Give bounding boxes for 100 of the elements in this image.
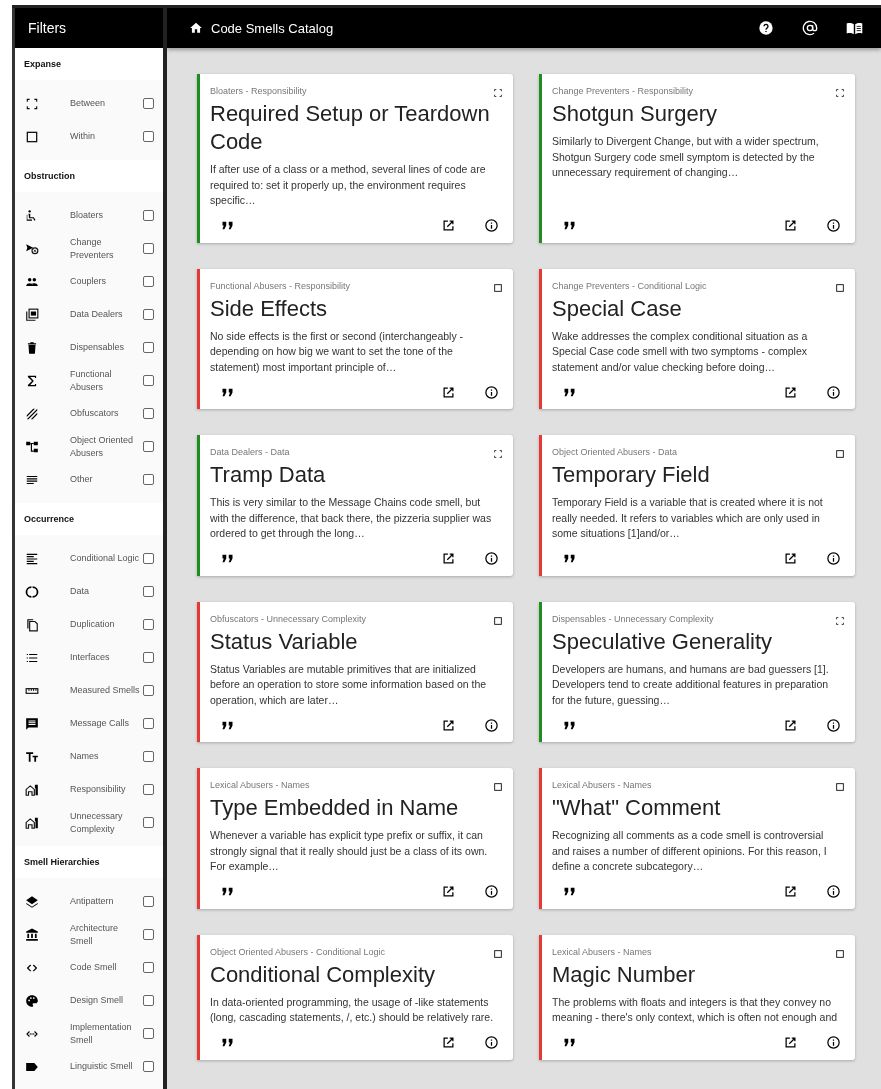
checkbox[interactable] <box>143 474 154 485</box>
info-icon[interactable] <box>484 884 499 899</box>
checkbox[interactable] <box>143 896 154 907</box>
filter-label: Functional Abusers <box>70 367 113 394</box>
filter-label: Data <box>70 585 90 598</box>
filter-label: Interfaces <box>70 651 111 664</box>
checkbox[interactable] <box>143 685 154 696</box>
corners-icon <box>493 88 503 98</box>
app-title: Code Smells Catalog <box>211 20 334 36</box>
open-in-new-icon[interactable] <box>783 551 798 566</box>
smell-card[interactable]: Obfuscators - Unnecessary Complexity Status Variable Status Variables are mutable primitives that are initialized before an operation to store some information based on the operation, which are later… <box>197 601 513 742</box>
filter-label: Within <box>70 130 96 143</box>
help-icon[interactable] <box>758 20 774 36</box>
checkbox[interactable] <box>143 817 154 828</box>
info-icon[interactable] <box>484 1035 499 1050</box>
open-in-new-icon[interactable] <box>783 218 798 233</box>
square-icon <box>493 282 503 293</box>
filter-label: Code Smell <box>70 961 118 974</box>
section-heading: Smell Hierarchies <box>15 846 163 878</box>
card-category: Lexical Abusers - Names <box>552 945 653 959</box>
text-align-icon <box>25 551 39 566</box>
open-in-new-icon[interactable] <box>441 551 456 566</box>
open-in-new-icon[interactable] <box>441 218 456 233</box>
card-description: If after use of a class or a method, several lines of code are required to: set it properly up, the environment requires specific… <box>210 162 487 208</box>
checkbox[interactable] <box>143 98 154 109</box>
filter-label: Dispensables <box>70 341 126 354</box>
at-sign-icon[interactable] <box>802 20 818 36</box>
chat-icon <box>25 716 39 731</box>
trash-icon <box>25 340 39 355</box>
card-description: No side effects is the first or second (interchangeably - depending on how big we want to set the tone of the statement) most important principle of… <box>210 328 465 375</box>
smell-card[interactable] <box>539 601 855 742</box>
checkbox[interactable] <box>143 553 154 564</box>
checkbox[interactable] <box>143 375 154 386</box>
filter-label: Linguistic Smell <box>70 1060 134 1073</box>
info-icon[interactable] <box>826 1035 841 1050</box>
checkbox[interactable] <box>143 619 154 630</box>
checkbox[interactable] <box>143 751 154 762</box>
info-icon[interactable] <box>826 884 841 899</box>
filter-label: Architecture Smell <box>70 921 120 948</box>
square-icon <box>493 948 503 959</box>
smell-card[interactable]: Data Dealers - Data Tramp Data This is very similar to the Message Chains code smell, but with the difference, that back there, the pizzeria supplier was ordered to get through the long… <box>197 435 513 576</box>
open-in-new-icon[interactable] <box>441 884 456 899</box>
checkbox[interactable] <box>143 1028 154 1039</box>
checkbox[interactable] <box>143 309 154 320</box>
filter-label: Obfuscators <box>70 407 120 420</box>
card-title: Temporary Field <box>552 461 711 489</box>
checkbox[interactable] <box>143 243 154 254</box>
filter-label: Implementation Smell <box>70 1020 133 1047</box>
checkbox[interactable] <box>143 586 154 597</box>
square-icon <box>835 282 845 293</box>
card-title: "What" Comment <box>552 794 722 822</box>
card-title: Shotgun Surgery <box>552 100 719 128</box>
open-in-new-icon[interactable] <box>783 1035 798 1050</box>
card-category: Functional Abusers - Responsibility <box>210 279 352 293</box>
smell-card[interactable]: Bloaters - Responsibility Required Setup or Teardown Code If after use of a class or a method, several lines of code are required to: set it properly up, the environment requires specific… <box>197 74 513 243</box>
smell-card[interactable] <box>539 268 855 409</box>
filter-label: Couplers <box>70 275 108 288</box>
checkbox[interactable] <box>143 342 154 353</box>
smell-card[interactable]: Object Oriented Abusers - Data Temporary Field Temporary Field is a variable that is created where it is not really needed. It refers to variables which are only used in some situations [1]and/or… <box>539 435 855 576</box>
card-title: Tramp Data <box>210 461 327 489</box>
checkbox[interactable] <box>143 276 154 287</box>
filter-label: Responsibility <box>70 783 127 796</box>
copy-icon <box>25 617 39 632</box>
checkbox[interactable] <box>143 652 154 663</box>
card-description: In data-oriented programming, the usage of -like statements (long, cascading statements, /, etc.) should be relatively rare. <box>210 994 495 1025</box>
house-icon <box>25 782 39 797</box>
smell-card[interactable]: Object Oriented Abusers - Conditional Logic Conditional Complexity In data-oriented programming, the usage of -like statements (long, cascading statements, /, etc.) should be relatively rare. <box>197 934 513 1060</box>
checkbox[interactable] <box>143 929 154 940</box>
info-icon[interactable] <box>484 551 499 566</box>
info-icon[interactable] <box>826 218 841 233</box>
checkbox[interactable] <box>143 784 154 795</box>
checkbox[interactable] <box>143 718 154 729</box>
card-title: Magic Number <box>552 960 697 989</box>
card-title: Speculative Generality <box>552 627 774 656</box>
open-in-new-icon[interactable] <box>783 884 798 899</box>
checkbox[interactable] <box>143 408 154 419</box>
smell-card[interactable]: Lexical Abusers - Names "What" Comment Recognizing all comments as a code smell is controversial and raises a number of different opinions. For this reason, I define a concrete subcategory… <box>539 768 855 909</box>
info-icon[interactable] <box>826 717 841 733</box>
home-icon[interactable] <box>189 21 203 35</box>
info-icon[interactable] <box>826 384 841 400</box>
checkbox[interactable] <box>143 1061 154 1072</box>
checkbox[interactable] <box>143 995 154 1006</box>
smell-card[interactable]: Lexical Abusers - Names Magic Number The problems with floats and integers is that they convey no meaning - there's only context, which is often not enough and <box>539 934 855 1060</box>
card-category: Lexical Abusers - Names <box>210 779 311 792</box>
checkbox[interactable] <box>143 962 154 973</box>
smell-card[interactable]: Lexical Abusers - Names Type Embedded in Name Whenever a variable has explicit type prefix or suffix, it can strongly signal that it really should just be a class of its own. For example… <box>197 768 513 909</box>
open-in-new-icon[interactable] <box>441 1035 456 1050</box>
card-description: Whenever a variable has explicit type prefix or suffix, it can strongly signal that it really should just be a class of its own. For example… <box>210 828 489 874</box>
checkbox[interactable] <box>143 210 154 221</box>
sigma-icon <box>25 373 39 388</box>
info-icon[interactable] <box>484 218 499 233</box>
card-description: Wake addresses the complex conditional situation as a Special Case code smell with two symptoms - complex statement and/or value checking before doing… <box>552 328 809 375</box>
checkbox[interactable] <box>143 441 154 452</box>
filter-label: Between <box>70 97 107 110</box>
smell-card[interactable]: Functional Abusers - Responsibility Side Effects No side effects is the first or second (interchangeably - depending on how big we want to set the tone of the statement) most important principle of… <box>197 268 513 409</box>
info-icon[interactable] <box>826 551 841 566</box>
info-icon[interactable] <box>484 384 499 400</box>
smell-card[interactable]: Change Preventers - Responsibility Shotgun Surgery Similarly to Divergent Change, but with a wider spectrum, Shotgun Surgery code smell symptom is detected by the unnecessary requirement of changing… <box>539 74 855 243</box>
checkbox[interactable] <box>143 131 154 142</box>
info-icon[interactable] <box>484 717 499 733</box>
